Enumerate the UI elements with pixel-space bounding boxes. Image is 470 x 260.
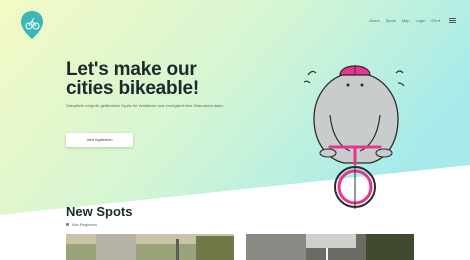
nav-item-login[interactable]: Login [416, 18, 426, 23]
hero-headline-line2: cities bikeable! [66, 78, 200, 99]
chevron-down-icon: ▾ [437, 18, 440, 23]
new-spots-title: New Spots [66, 204, 133, 219]
hero-headline-line1: Let's make our [66, 59, 197, 80]
spot-card-image[interactable] [246, 234, 414, 260]
nav-item-spots[interactable]: Spots [386, 18, 396, 23]
hero-subtext: Velopflicht zeigt dir gefährliche Spots … [66, 103, 224, 108]
spot-card-image[interactable] [66, 234, 234, 260]
register-button[interactable]: Jetzt registrieren [66, 133, 133, 147]
hero-headline: Let's make our cities bikeable! [66, 60, 199, 98]
hamburger-icon[interactable] [449, 18, 456, 23]
language-select[interactable]: EN ▾ [431, 18, 440, 23]
region-filter[interactable]: Alle Regionen [66, 222, 97, 227]
mascot-illustration [303, 65, 405, 209]
logo-icon[interactable] [20, 10, 44, 40]
filter-icon [66, 223, 69, 226]
language-label: EN [431, 18, 437, 23]
nav-item-map[interactable]: Map [402, 18, 410, 23]
region-filter-label: Alle Regionen [72, 222, 97, 227]
nav-item-about[interactable]: About [369, 18, 379, 23]
top-nav: About Spots Map Login EN ▾ [369, 18, 456, 23]
